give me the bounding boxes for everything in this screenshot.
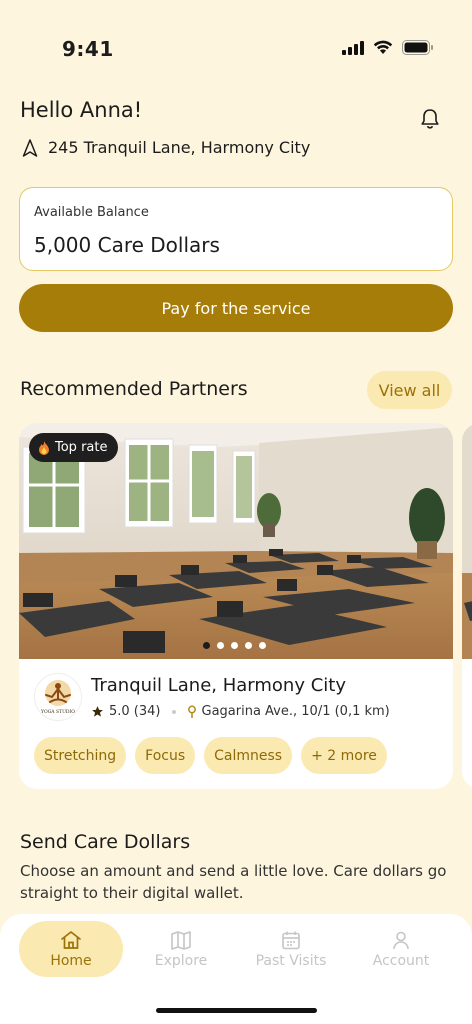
carousel-dot[interactable]	[259, 642, 266, 649]
status-time: 9:41	[62, 37, 114, 61]
carousel-dot[interactable]	[231, 642, 238, 649]
partner-tags: Stretching Focus Calmness + 2 more	[34, 737, 387, 774]
greeting-title: Hello Anna!	[20, 98, 143, 122]
send-care-dollars-description: Choose an amount and send a little love.…	[20, 862, 447, 902]
tab-home[interactable]: Home	[19, 921, 123, 977]
carousel-indicator	[203, 642, 266, 649]
next-partner-photo	[462, 423, 472, 659]
next-partner-card[interactable]	[462, 423, 472, 789]
home-icon	[61, 930, 81, 949]
status-icons	[342, 40, 434, 55]
meta-separator	[171, 709, 176, 714]
tab-account[interactable]: Account	[349, 921, 453, 977]
calendar-icon	[282, 931, 300, 949]
partner-logo: YOGA STUDIO	[34, 673, 82, 721]
top-rate-label: Top rate	[55, 440, 108, 455]
address-text: 245 Tranquil Lane, Harmony City	[48, 138, 311, 157]
bell-icon	[421, 109, 439, 129]
view-all-button[interactable]: View all	[367, 371, 452, 409]
balance-card: Available Balance 5,000 Care Dollars	[19, 187, 453, 271]
logo-text: YOGA STUDIO	[40, 709, 75, 715]
more-tags-chip[interactable]: + 2 more	[301, 737, 387, 774]
user-icon	[393, 931, 409, 949]
partner-address: Gagarina Ave., 10/1 (0,1 km)	[201, 704, 390, 719]
signal-icon	[342, 40, 364, 55]
carousel-dot[interactable]	[203, 642, 210, 649]
tag-chip[interactable]: Focus	[135, 737, 196, 774]
location-pin-icon	[187, 705, 196, 718]
tab-past-visits[interactable]: Past Visits	[239, 921, 343, 977]
home-indicator[interactable]	[156, 1008, 317, 1013]
fire-icon	[39, 440, 49, 455]
star-icon	[92, 706, 103, 717]
top-rate-badge: Top rate	[29, 433, 119, 462]
partner-rating: 5.0 (34)	[109, 704, 161, 719]
recommended-partners-title: Recommended Partners	[20, 378, 248, 400]
carousel-dot[interactable]	[245, 642, 252, 649]
tag-chip[interactable]: Calmness	[204, 737, 293, 774]
tab-past-visits-label: Past Visits	[255, 952, 327, 969]
partner-meta: 5.0 (34) Gagarina Ave., 10/1 (0,1 km)	[91, 704, 390, 719]
status-bar: 9:41	[0, 0, 472, 98]
tab-explore[interactable]: Explore	[129, 921, 233, 977]
navigation-arrow-icon	[22, 138, 38, 157]
location-address[interactable]: 245 Tranquil Lane, Harmony City	[22, 138, 310, 157]
pay-for-service-button[interactable]: Pay for the service	[19, 284, 453, 332]
partner-card[interactable]: Top rate YOGA STUDIO Tranquil Lane, Harm…	[19, 423, 453, 789]
balance-value: 5,000 Care Dollars	[34, 233, 220, 257]
balance-label: Available Balance	[34, 205, 149, 220]
map-icon	[171, 930, 191, 950]
tab-account-label: Account	[372, 952, 430, 969]
partner-name: Tranquil Lane, Harmony City	[91, 675, 346, 696]
battery-icon	[402, 40, 433, 55]
send-care-dollars-title: Send Care Dollars	[20, 831, 191, 853]
notifications-button[interactable]	[420, 108, 440, 134]
tab-home-label: Home	[50, 952, 92, 969]
yoga-studio-logo: YOGA STUDIO	[40, 680, 75, 715]
tag-chip[interactable]: Stretching	[34, 737, 127, 774]
carousel-dot[interactable]	[217, 642, 224, 649]
tab-explore-label: Explore	[154, 952, 208, 969]
wifi-icon	[373, 40, 393, 54]
